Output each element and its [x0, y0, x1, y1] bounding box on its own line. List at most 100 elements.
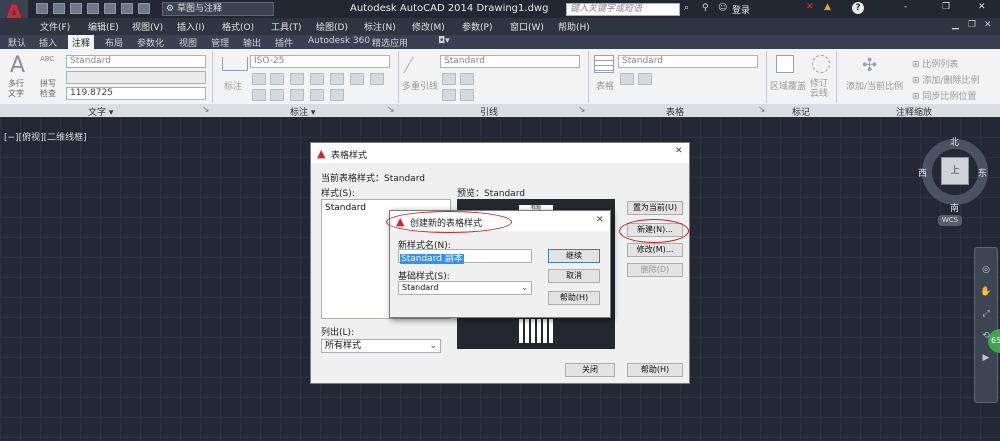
table-style-help-button[interactable]: 帮助(H) [627, 363, 683, 377]
text-font-select[interactable] [66, 71, 206, 84]
spell-check-label[interactable]: 拼写 检查 [40, 79, 66, 99]
spell-abc-icon[interactable]: ABC [40, 55, 54, 63]
multileader-label[interactable]: 多重引线 [402, 79, 438, 92]
search-icon[interactable]: ⌕ [684, 3, 689, 13]
table-label[interactable]: 表格 [596, 79, 614, 92]
revcloud-icon[interactable] [812, 55, 830, 73]
dim-tool-2-icon[interactable] [270, 73, 284, 85]
text-style-select[interactable]: Standard [66, 55, 206, 68]
scale-sync-link[interactable]: ⊞ 同步比例位置 [912, 89, 976, 102]
undo-icon[interactable] [121, 3, 133, 14]
dim-tool-6-icon[interactable] [252, 89, 266, 101]
binoculars-icon[interactable]: ⚲ [702, 3, 709, 13]
tab-output[interactable]: 输出 [243, 36, 261, 49]
base-style-select[interactable]: Standard ⌄ [398, 281, 532, 295]
login-link[interactable]: 登录 [732, 3, 750, 16]
new-style-close-icon[interactable]: ✕ [596, 215, 604, 225]
a360-icon[interactable]: ▲ [824, 2, 831, 12]
compass-west[interactable]: 西 [918, 166, 927, 179]
dim-tool-7-icon[interactable] [270, 89, 284, 101]
scale-list-link[interactable]: ⊞ 比例列表 [912, 57, 958, 70]
multileader-icon[interactable] [403, 57, 433, 73]
tab-autodesk360[interactable]: Autodesk 360 [308, 36, 370, 46]
leader-add-icon[interactable] [442, 73, 456, 85]
tab-featured-apps[interactable]: 精选应用 [372, 36, 408, 49]
leader-remove-icon[interactable] [460, 73, 474, 85]
close-dialog-button[interactable]: 关闭 [565, 363, 615, 377]
tab-default[interactable]: 默认 [8, 36, 26, 49]
leader-panel-launcher-icon[interactable]: ↘ [578, 105, 586, 115]
table-icon[interactable] [594, 55, 614, 73]
ribbon-toggle-icon[interactable]: ◘▾ [438, 36, 450, 46]
menu-draw[interactable]: 绘图(D) [316, 20, 348, 33]
exchange-icon[interactable]: ✕ [806, 2, 814, 12]
menu-minimize-icon[interactable]: ▁ [952, 20, 959, 30]
tab-insert[interactable]: 插入 [39, 36, 57, 49]
redo-icon[interactable] [138, 3, 150, 14]
set-current-button[interactable]: 置为当前(U) [627, 201, 683, 215]
close-button[interactable]: ✕ [978, 2, 986, 12]
menu-parametric[interactable]: 参数(P) [462, 20, 492, 33]
delete-style-button[interactable]: 删除(D) [627, 263, 683, 277]
wcs-menu[interactable]: WCS [938, 215, 962, 226]
tab-parametric[interactable]: 参数化 [137, 36, 164, 49]
table-tool-1-icon[interactable] [620, 73, 634, 85]
dim-tool-5-icon[interactable] [330, 73, 344, 85]
tab-annotate[interactable]: 注释 [68, 35, 95, 49]
list-filter-select[interactable]: 所有样式 ⌄ [321, 339, 441, 353]
cancel-button[interactable]: 取消 [548, 269, 600, 283]
new-file-icon[interactable] [36, 3, 48, 14]
scale-add-label[interactable]: 添加/当前比例 [846, 79, 903, 92]
modify-style-button[interactable]: 修改(M)... [627, 243, 683, 257]
dim-style-select[interactable]: ISO-25 [250, 55, 390, 68]
multiline-text-label[interactable]: 多行 文字 [8, 79, 34, 99]
new-style-help-button[interactable]: 帮助(H) [548, 291, 600, 305]
dim-tool-12-icon[interactable] [370, 73, 384, 85]
leader-style-select[interactable]: Standard [440, 55, 580, 68]
tab-plugins[interactable]: 插件 [275, 36, 293, 49]
multiline-text-icon[interactable]: A [10, 55, 25, 77]
text-height-input[interactable]: 119.8725 [66, 87, 206, 100]
zoom-extents-icon[interactable]: ⤢ [978, 309, 994, 323]
dimension-icon[interactable] [222, 57, 248, 71]
dim-tool-10-icon[interactable] [330, 89, 344, 101]
viewcube-top-face[interactable]: 上 [941, 157, 969, 185]
dim-tool-1-icon[interactable] [252, 73, 266, 85]
menu-restore-icon[interactable]: ❐ [968, 20, 976, 30]
dim-tool-8-icon[interactable] [290, 89, 304, 101]
continue-button[interactable]: 继续 [548, 249, 600, 263]
dim-tool-4-icon[interactable] [310, 73, 324, 85]
table-style-select[interactable]: Standard [618, 55, 758, 68]
save-icon[interactable] [70, 3, 82, 14]
wipeout-icon[interactable] [776, 55, 794, 73]
search-input[interactable]: 键入关键字或短语 [566, 3, 680, 16]
menu-insert[interactable]: 插入(I) [177, 20, 205, 33]
dim-panel-launcher-icon[interactable]: ↘ [387, 105, 395, 115]
user-icon[interactable]: ☺ [718, 3, 727, 13]
dim-tool-3-icon[interactable] [290, 73, 304, 85]
tab-manage[interactable]: 管理 [211, 36, 229, 49]
menu-modify[interactable]: 修改(M) [412, 20, 445, 33]
style-list-item[interactable]: Standard [325, 203, 366, 213]
leader-collect-icon[interactable] [460, 89, 474, 101]
showmotion-icon[interactable]: ▶ [978, 353, 994, 367]
wipeout-label[interactable]: 区域覆盖 [770, 79, 806, 92]
menu-file[interactable]: 文件(F) [40, 20, 70, 33]
compass-south[interactable]: 南 [950, 201, 959, 214]
table-tool-2-icon[interactable] [638, 73, 652, 85]
steering-wheel-icon[interactable]: ◎ [978, 265, 994, 279]
revcloud-label[interactable]: 修订 云线 [810, 79, 828, 99]
menu-close-icon[interactable]: ✕ [984, 20, 992, 30]
leader-align-icon[interactable] [442, 89, 456, 101]
table-style-close-icon[interactable]: ✕ [675, 146, 683, 156]
tab-layout[interactable]: 布局 [105, 36, 123, 49]
new-style-name-input[interactable]: Standard 副本 [398, 249, 532, 264]
tab-view[interactable]: 视图 [179, 36, 197, 49]
open-file-icon[interactable] [53, 3, 65, 14]
menu-view[interactable]: 视图(V) [132, 20, 163, 33]
help-icon[interactable]: ? [852, 2, 864, 14]
menu-help[interactable]: 帮助(H) [558, 20, 590, 33]
restore-button[interactable]: ❐ [942, 2, 950, 12]
compass-east[interactable]: 东 [978, 166, 987, 179]
menu-window[interactable]: 窗口(W) [510, 20, 544, 33]
